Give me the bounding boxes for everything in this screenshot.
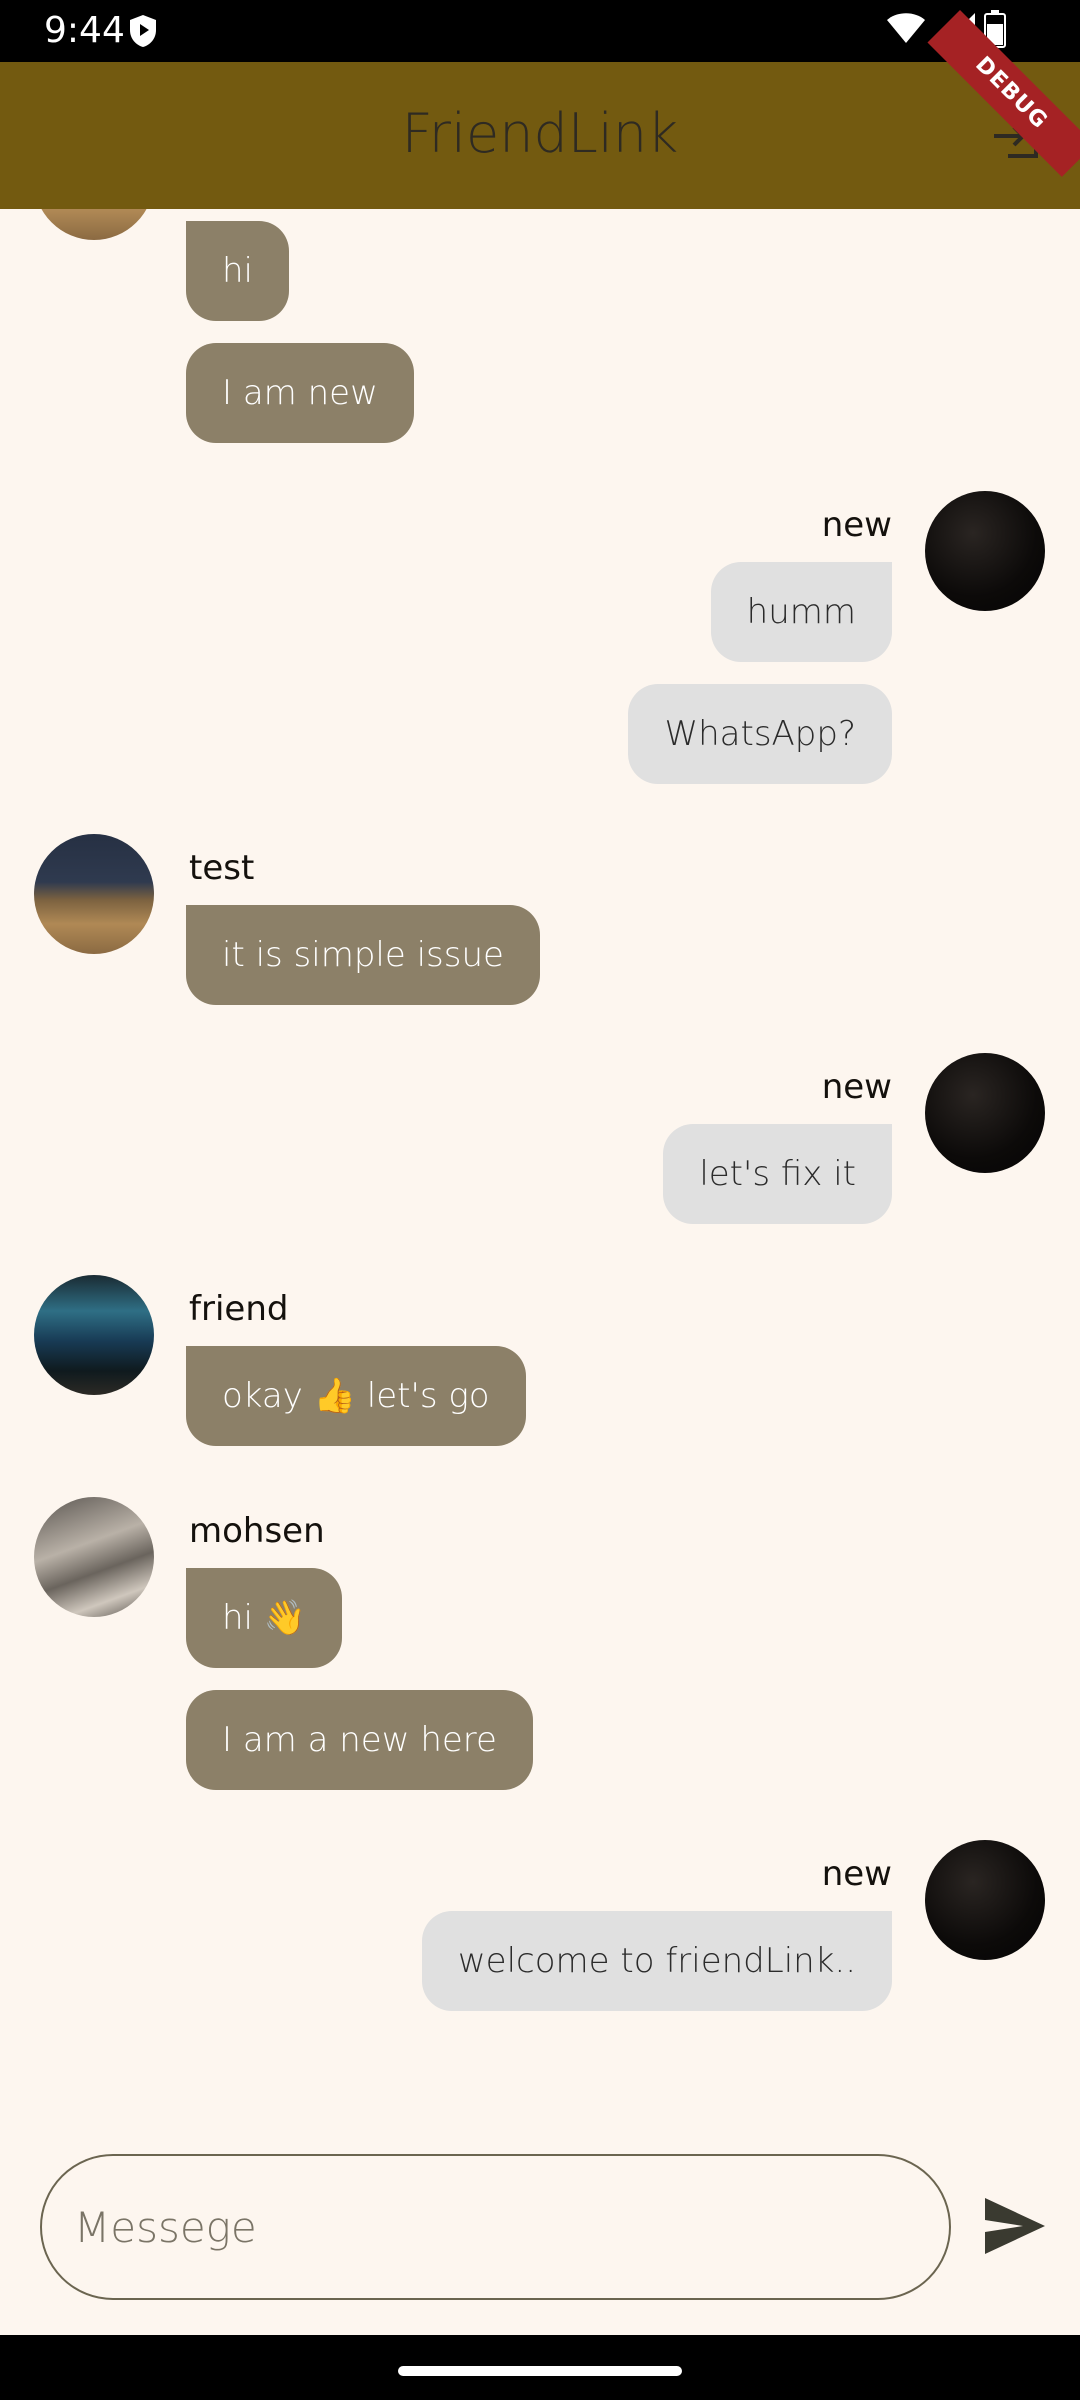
message-bubble: it is simple issue — [186, 905, 540, 1005]
home-gesture-handle[interactable] — [398, 2366, 682, 2376]
avatar — [34, 209, 154, 240]
avatar — [925, 491, 1045, 611]
message-input[interactable] — [42, 2156, 949, 2298]
navigation-bar — [0, 2335, 1080, 2400]
send-icon[interactable] — [983, 2196, 1047, 2256]
message-bubble: welcome to friendLink.. — [421, 1911, 892, 2011]
avatar — [34, 1275, 154, 1395]
shield-icon — [128, 14, 158, 52]
message-bubble: hi — [186, 221, 289, 321]
message-bubble: humm — [710, 562, 892, 662]
sender-name: mohsen — [189, 1511, 325, 1551]
message-bubble: hi 👋 — [186, 1568, 343, 1668]
sender-name: new — [821, 1067, 892, 1107]
sender-name: test — [189, 848, 255, 888]
avatar — [34, 834, 154, 954]
message-input-container — [40, 2154, 951, 2300]
sender-name: new — [821, 1854, 892, 1894]
avatar — [925, 1840, 1045, 1960]
sender-name: friend — [189, 1289, 289, 1329]
message-bubble: I am new — [186, 343, 414, 443]
avatar — [925, 1053, 1045, 1173]
app-bar: FriendLink — [0, 62, 1080, 209]
sender-name: new — [821, 505, 892, 545]
message-bubble: okay 👍 let's go — [186, 1346, 526, 1446]
chat-list[interactable]: hi I am new new humm WhatsApp? test it i… — [0, 209, 1080, 2129]
app-title: FriendLink — [401, 102, 679, 165]
message-bubble: let's fix it — [663, 1124, 892, 1224]
wifi-icon — [886, 12, 926, 48]
status-bar: 9:44 — [0, 0, 1080, 62]
status-time: 9:44 — [44, 10, 125, 51]
message-bubble: I am a new here — [186, 1690, 533, 1790]
avatar — [34, 1497, 154, 1617]
message-bubble: WhatsApp? — [628, 684, 892, 784]
